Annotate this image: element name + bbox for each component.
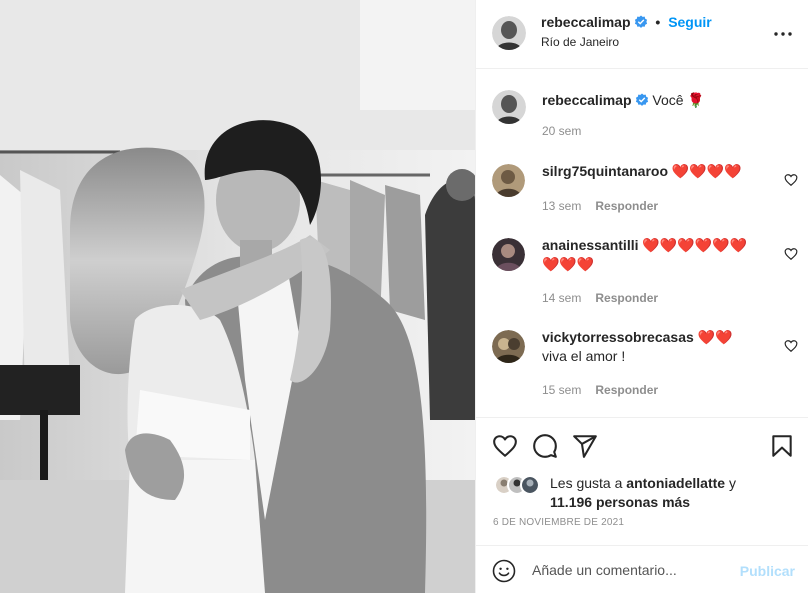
- likes-connector: y: [728, 475, 736, 491]
- comment-username[interactable]: vickytorressobrecasas: [542, 329, 694, 345]
- verified-icon: [635, 93, 649, 112]
- comment-input[interactable]: [532, 558, 732, 582]
- heart-icon[interactable]: [492, 433, 518, 459]
- reply-button[interactable]: Responder: [595, 291, 658, 305]
- author-username[interactable]: rebeccalimap: [541, 14, 631, 30]
- comment-meta: 14 sem Responder: [542, 291, 658, 305]
- author-avatar[interactable]: [492, 16, 526, 50]
- comment-body: ❤️❤️❤️❤️: [671, 163, 742, 179]
- heart-icon[interactable]: [784, 173, 798, 187]
- post-photo[interactable]: [0, 0, 475, 593]
- likes-summary: Les gusta a antoniadellatte y 11.196 per…: [550, 474, 800, 512]
- heart-icon[interactable]: [784, 339, 798, 353]
- comment-body: ❤️❤️: [697, 329, 733, 345]
- comment-icon[interactable]: [532, 433, 558, 459]
- comment-username[interactable]: anainessantilli: [542, 237, 638, 253]
- comment-meta: 15 sem Responder: [542, 383, 658, 397]
- commenter-avatar[interactable]: [492, 238, 525, 271]
- more-options-icon[interactable]: [773, 24, 793, 44]
- comment-time[interactable]: 15 sem: [542, 383, 581, 397]
- comment-time[interactable]: 13 sem: [542, 199, 581, 213]
- commenter-avatar[interactable]: [492, 164, 525, 197]
- caption-body: Você 🌹: [652, 92, 705, 108]
- share-icon[interactable]: [572, 433, 598, 459]
- likes-prefix: Les gusta a: [550, 475, 623, 491]
- follow-button[interactable]: Seguir: [668, 14, 712, 30]
- comment-time[interactable]: 14 sem: [542, 291, 581, 305]
- likes-count[interactable]: 11.196 personas más: [550, 494, 690, 510]
- publish-button[interactable]: Publicar: [740, 563, 795, 579]
- separator-dot: •: [655, 14, 661, 30]
- caption-text-line: rebeccalimap Você 🌹: [542, 91, 772, 112]
- comment-row: anainessantilli ❤️❤️❤️❤️❤️❤️❤️❤️❤️ 14 se…: [476, 232, 808, 312]
- emoji-icon[interactable]: [492, 559, 516, 583]
- verified-icon: [634, 15, 648, 32]
- reply-button[interactable]: Responder: [595, 199, 658, 213]
- comment-text: silrg75quintanaroo ❤️❤️❤️❤️: [542, 162, 772, 181]
- post-header: rebeccalimap • Seguir Río de Janeiro: [476, 0, 808, 69]
- post-location[interactable]: Río de Janeiro: [541, 35, 619, 49]
- comment-row: silrg75quintanaroo ❤️❤️❤️❤️ 13 sem Respon…: [476, 158, 808, 218]
- comments-section[interactable]: rebeccalimap Você 🌹 20 sem silrg75quinta…: [476, 70, 808, 416]
- comment-body-line2: viva el amor !: [542, 348, 626, 364]
- caption-username[interactable]: rebeccalimap: [542, 92, 632, 108]
- post-actions: Les gusta a antoniadellatte y 11.196 per…: [476, 417, 808, 545]
- heart-icon[interactable]: [784, 247, 798, 261]
- reply-button[interactable]: Responder: [595, 383, 658, 397]
- post-date[interactable]: 6 DE NOVIEMBRE DE 2021: [493, 517, 624, 528]
- caption-author-avatar[interactable]: [492, 90, 526, 124]
- bookmark-icon[interactable]: [769, 433, 795, 459]
- comment-row: vickytorressobrecasas ❤️❤️ viva el amor …: [476, 324, 808, 404]
- liker-avatars[interactable]: [494, 475, 550, 497]
- caption-time[interactable]: 20 sem: [542, 124, 581, 138]
- comment-meta: 13 sem Responder: [542, 199, 658, 213]
- comment-text: anainessantilli ❤️❤️❤️❤️❤️❤️❤️❤️❤️: [542, 236, 747, 274]
- comment-username[interactable]: silrg75quintanaroo: [542, 163, 668, 179]
- commenter-avatar[interactable]: [492, 330, 525, 363]
- author-line: rebeccalimap • Seguir: [541, 14, 712, 32]
- comment-text: vickytorressobrecasas ❤️❤️ viva el amor …: [542, 328, 762, 366]
- liker-avatar: [520, 475, 540, 495]
- post-side-panel: rebeccalimap • Seguir Río de Janeiro reb…: [475, 0, 808, 593]
- add-comment-bar: Publicar: [476, 545, 808, 593]
- caption-row: rebeccalimap Você 🌹 20 sem: [476, 70, 808, 150]
- likes-user[interactable]: antoniadellatte: [626, 475, 725, 491]
